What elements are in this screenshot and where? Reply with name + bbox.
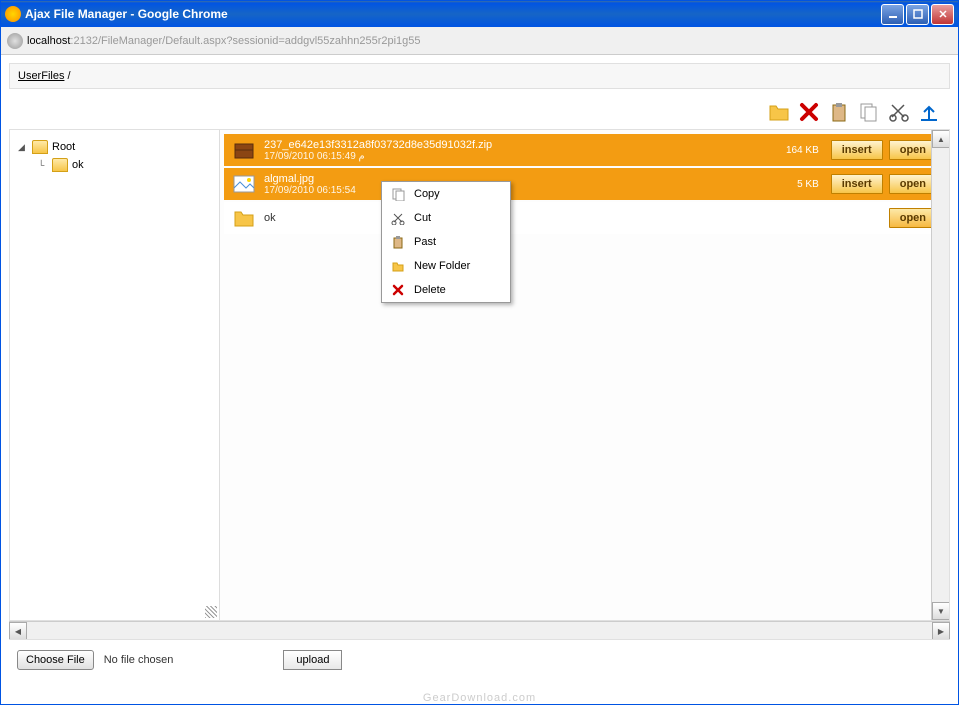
ctx-copy[interactable]: Copy bbox=[382, 182, 510, 206]
ctx-delete[interactable]: Delete bbox=[382, 278, 510, 302]
minimize-button[interactable] bbox=[881, 4, 904, 25]
file-row[interactable]: ok open bbox=[224, 202, 945, 234]
zip-icon bbox=[232, 138, 256, 162]
tree-root-label: Root bbox=[52, 141, 75, 153]
file-size: 5 KB bbox=[739, 179, 819, 190]
close-icon bbox=[938, 9, 948, 19]
no-file-label: No file chosen bbox=[104, 654, 174, 666]
ctx-label: New Folder bbox=[414, 260, 470, 272]
tree-child-label: ok bbox=[72, 159, 84, 171]
ctx-label: Copy bbox=[414, 188, 440, 200]
folder-tree: ◢ Root └ ok bbox=[10, 130, 220, 620]
folder-icon bbox=[232, 206, 256, 230]
cut-button[interactable] bbox=[886, 99, 912, 125]
folder-icon bbox=[390, 258, 406, 274]
file-list: 237_e642e13f3312a8f03732d8e35d91032f.zip… bbox=[220, 130, 949, 620]
upload-bar: Choose File No file chosen upload bbox=[9, 639, 950, 680]
folder-icon bbox=[768, 101, 790, 123]
tree-child[interactable]: └ ok bbox=[38, 156, 211, 174]
upload-submit-button[interactable]: upload bbox=[283, 650, 342, 670]
insert-button[interactable]: insert bbox=[831, 140, 883, 160]
maximize-icon bbox=[913, 9, 923, 19]
cut-icon bbox=[390, 210, 406, 226]
insert-button[interactable]: insert bbox=[831, 174, 883, 194]
clipboard-icon bbox=[828, 101, 850, 123]
file-date: 17/09/2010 06:15:49 م bbox=[264, 151, 739, 162]
content-area: UserFiles / bbox=[1, 55, 958, 688]
minimize-icon bbox=[888, 9, 898, 19]
open-button[interactable]: open bbox=[889, 140, 937, 160]
scroll-up-icon[interactable]: ▲ bbox=[932, 130, 949, 148]
delete-button[interactable] bbox=[796, 99, 822, 125]
ctx-cut[interactable]: Cut bbox=[382, 206, 510, 230]
url-host: localhost bbox=[27, 35, 70, 47]
scroll-left-icon[interactable]: ◀ bbox=[9, 622, 27, 640]
resize-handle[interactable] bbox=[205, 606, 217, 618]
copy-icon bbox=[390, 186, 406, 202]
context-menu: Copy Cut Past New Folder Delete bbox=[381, 181, 511, 303]
choose-file-button[interactable]: Choose File bbox=[17, 650, 94, 670]
scroll-down-icon[interactable]: ▼ bbox=[932, 602, 949, 620]
scroll-right-icon[interactable]: ▶ bbox=[932, 622, 950, 640]
upload-button[interactable] bbox=[916, 99, 942, 125]
expander-icon[interactable]: ◢ bbox=[18, 142, 28, 153]
file-name: 237_e642e13f3312a8f03732d8e35d91032f.zip bbox=[264, 139, 739, 151]
globe-icon bbox=[7, 33, 23, 49]
delete-icon bbox=[390, 282, 406, 298]
file-name: ok bbox=[264, 212, 797, 224]
chrome-icon bbox=[5, 6, 21, 22]
paste-button[interactable] bbox=[826, 99, 852, 125]
ctx-label: Cut bbox=[414, 212, 431, 224]
scissors-icon bbox=[888, 101, 910, 123]
copy-button[interactable] bbox=[856, 99, 882, 125]
titlebar: Ajax File Manager - Google Chrome bbox=[1, 1, 958, 27]
breadcrumb-sep: / bbox=[64, 70, 70, 82]
ctx-label: Delete bbox=[414, 284, 446, 296]
folder-icon bbox=[52, 158, 68, 172]
app-window: Ajax File Manager - Google Chrome localh… bbox=[0, 0, 959, 705]
open-button[interactable]: open bbox=[889, 208, 937, 228]
maximize-button[interactable] bbox=[906, 4, 929, 25]
open-button[interactable]: open bbox=[889, 174, 937, 194]
vertical-scrollbar[interactable]: ▲ ▼ bbox=[931, 130, 949, 620]
ctx-label: Past bbox=[414, 236, 436, 248]
close-button[interactable] bbox=[931, 4, 954, 25]
tree-connector: └ bbox=[38, 160, 48, 170]
folder-icon bbox=[32, 140, 48, 154]
horizontal-scrollbar[interactable]: ◀ ▶ bbox=[9, 621, 950, 639]
breadcrumb-root[interactable]: UserFiles bbox=[18, 70, 64, 82]
ctx-paste[interactable]: Past bbox=[382, 230, 510, 254]
url-path: :2132/FileManager/Default.aspx?sessionid… bbox=[70, 35, 420, 47]
file-size: 164 KB bbox=[739, 145, 819, 156]
tree-root[interactable]: ◢ Root bbox=[18, 138, 211, 156]
window-title: Ajax File Manager - Google Chrome bbox=[25, 7, 228, 21]
ctx-new-folder[interactable]: New Folder bbox=[382, 254, 510, 278]
image-icon bbox=[232, 172, 256, 196]
file-row[interactable]: 237_e642e13f3312a8f03732d8e35d91032f.zip… bbox=[224, 134, 945, 166]
paste-icon bbox=[390, 234, 406, 250]
new-folder-button[interactable] bbox=[766, 99, 792, 125]
file-row[interactable]: algmal.jpg 17/09/2010 06:15:54 5 KB inse… bbox=[224, 168, 945, 200]
breadcrumb: UserFiles / bbox=[9, 63, 950, 89]
copy-icon bbox=[858, 101, 880, 123]
x-icon bbox=[798, 101, 820, 123]
scroll-track[interactable] bbox=[932, 148, 949, 602]
toolbar bbox=[9, 95, 950, 129]
address-bar[interactable]: localhost:2132/FileManager/Default.aspx?… bbox=[1, 27, 958, 55]
upload-icon bbox=[918, 101, 940, 123]
scroll-track[interactable] bbox=[27, 622, 932, 639]
watermark: GearDownload.com bbox=[423, 692, 536, 704]
